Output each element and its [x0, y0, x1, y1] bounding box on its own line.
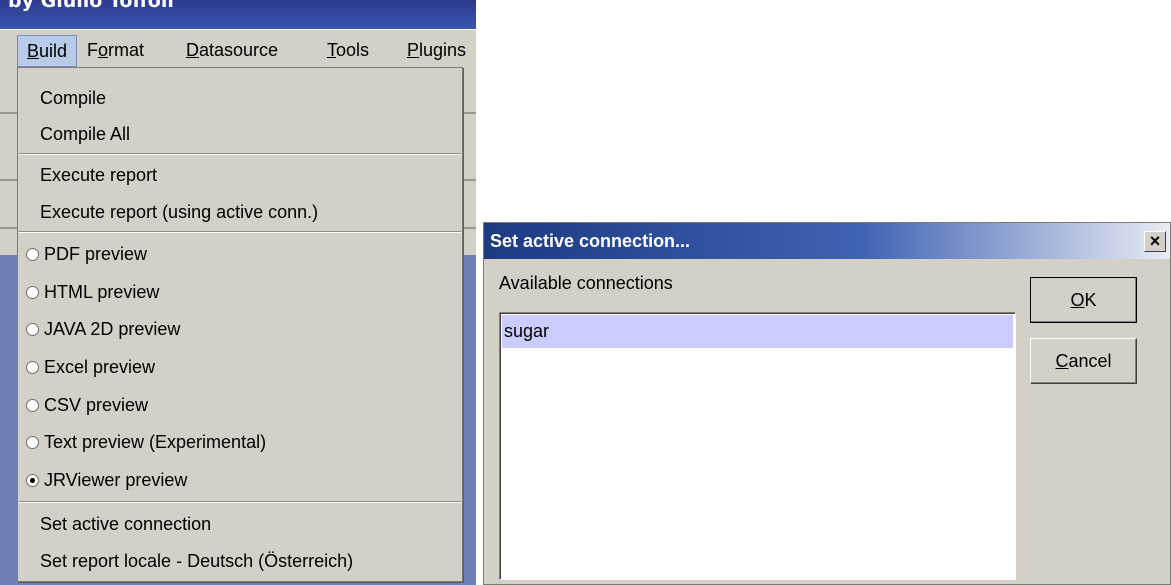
menu-item-compile-all[interactable]: Compile All	[18, 116, 462, 152]
menu-item-execute-report-active-conn[interactable]: Execute report (using active conn.)	[18, 194, 462, 230]
menu-separator	[19, 153, 461, 155]
menu-item-set-active-connection[interactable]: Set active connection	[18, 506, 462, 542]
menu-format[interactable]: Format	[78, 35, 153, 67]
menu-separator	[19, 231, 461, 233]
connections-list[interactable]: sugar	[499, 312, 1016, 580]
menu-item-java2d-preview[interactable]: JAVA 2D preview	[18, 311, 462, 347]
menu-bar: Build Format Datasource Tools Plugins	[0, 29, 476, 69]
radio-unchecked-icon	[26, 436, 39, 449]
menu-item-csv-preview[interactable]: CSV preview	[18, 387, 462, 423]
menu-datasource[interactable]: Datasource	[177, 35, 287, 67]
menu-item-jrviewer-preview[interactable]: JRViewer preview	[18, 462, 462, 498]
menu-item-html-preview[interactable]: HTML preview	[18, 274, 462, 310]
radio-unchecked-icon	[26, 399, 39, 412]
close-icon: ×	[1149, 231, 1161, 251]
menu-separator	[19, 501, 461, 503]
radio-unchecked-icon	[26, 361, 39, 374]
menu-item-execute-report[interactable]: Execute report	[18, 157, 462, 193]
dialog-title: Set active connection...	[490, 231, 691, 251]
menu-item-pdf-preview[interactable]: PDF preview	[18, 236, 462, 272]
app-title: by Giulio Toffoli	[8, 0, 174, 12]
cancel-button[interactable]: Cancel	[1030, 338, 1137, 384]
menu-item-compile[interactable]: Compile	[18, 80, 462, 116]
set-active-connection-dialog: Set active connection... × Available con…	[483, 222, 1171, 585]
menu-plugins[interactable]: Plugins	[398, 35, 475, 67]
menu-item-set-report-locale[interactable]: Set report locale - Deutsch (Österreich)	[18, 543, 462, 579]
list-item-connection[interactable]: sugar	[502, 315, 1013, 348]
radio-unchecked-icon	[26, 286, 39, 299]
radio-unchecked-icon	[26, 323, 39, 336]
radio-unchecked-icon	[26, 248, 39, 261]
dialog-title-bar[interactable]: Set active connection... ×	[484, 223, 1170, 259]
menu-item-text-preview[interactable]: Text preview (Experimental)	[18, 424, 462, 460]
menu-item-excel-preview[interactable]: Excel preview	[18, 349, 462, 385]
close-button[interactable]: ×	[1144, 231, 1166, 252]
radio-checked-icon	[26, 474, 39, 487]
ok-button[interactable]: OK	[1030, 277, 1137, 323]
available-connections-label: Available connections	[499, 273, 673, 293]
app-title-bar: by Giulio Toffoli	[0, 0, 476, 29]
menu-tools[interactable]: Tools	[318, 35, 378, 67]
menu-build[interactable]: Build	[17, 35, 78, 67]
build-menu-dropdown: Compile Compile All Execute report Execu…	[17, 67, 463, 582]
